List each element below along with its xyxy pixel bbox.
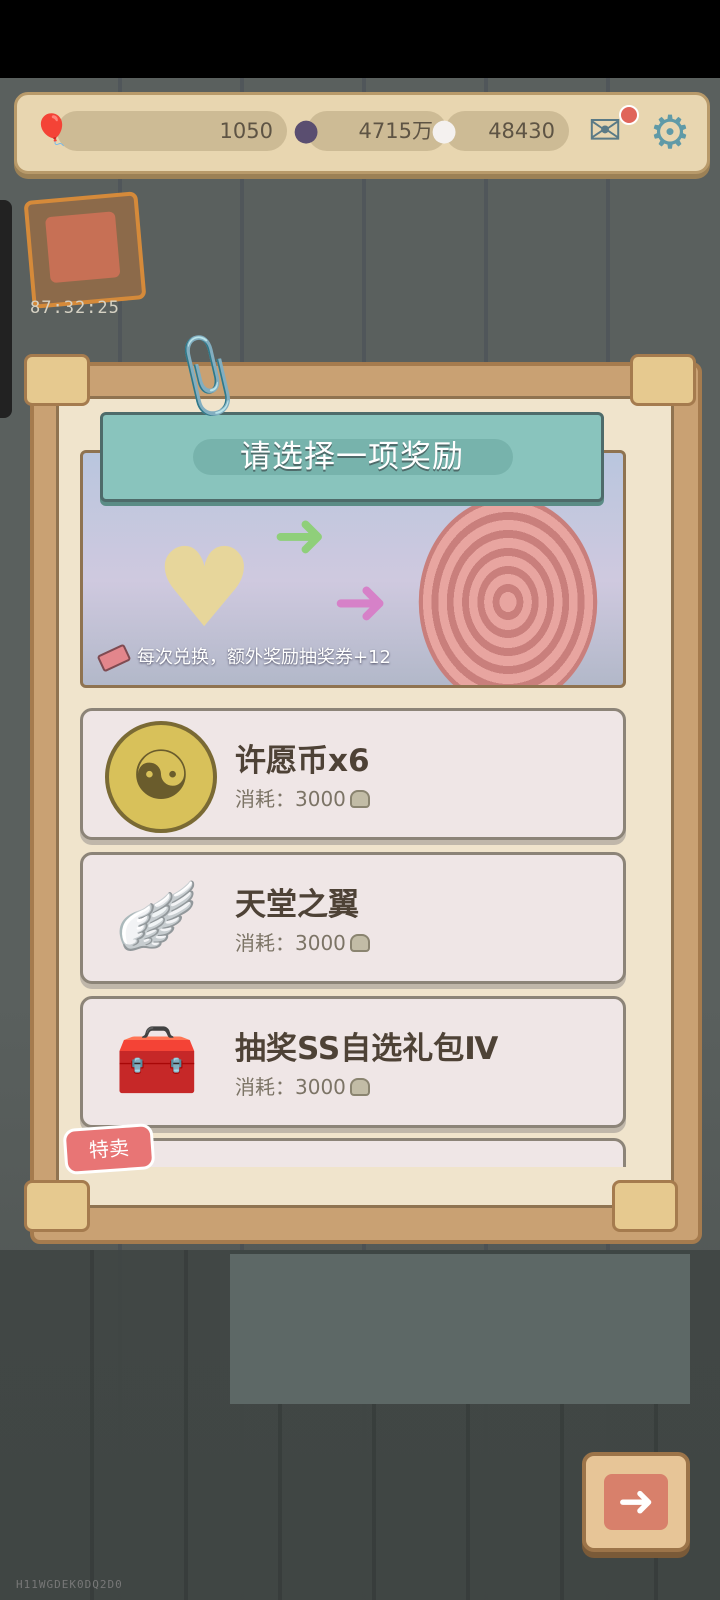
watermark: H11WGDEK0DQ2D0: [16, 1578, 123, 1591]
reward-cost: 消耗：3000: [235, 1071, 370, 1100]
panel-corner-top-left: [24, 354, 90, 406]
reward-cost: 消耗：3000: [235, 783, 370, 812]
spirit-icon: ●: [431, 113, 458, 148]
reward-name: 天堂之翼: [235, 887, 359, 923]
ghost-coin-count: 4715万: [358, 119, 433, 143]
winged-heaven-icon: 🪽: [114, 877, 200, 956]
room-shelf: [230, 1250, 690, 1404]
reward-cost: 消耗：3000: [235, 927, 370, 956]
ghost-coin-resource[interactable]: ● 4715万: [293, 111, 447, 151]
balloon-resource[interactable]: 🎈 1050: [33, 111, 287, 151]
shell-icon: [349, 934, 370, 952]
reward-option[interactable]: 🪽 天堂之翼 消耗：3000: [80, 852, 626, 984]
panel-corner-top-right: [630, 354, 696, 406]
green-arrow-icon: ➜: [273, 499, 327, 573]
resource-bar: 🎈 1050 ● 4715万 ● 48430 ✉ ⚙: [14, 92, 710, 174]
ghost-coin-icon: ●: [293, 113, 320, 148]
spirit-count: 48430: [488, 119, 555, 143]
side-drawer-handle[interactable]: [0, 200, 12, 418]
notification-dot: [619, 105, 639, 125]
yin-yang-coin-icon: ☯: [105, 721, 217, 833]
pink-arrow-icon: ➜: [333, 563, 389, 640]
event-ice-cream-icon: [45, 211, 121, 284]
panel-title: 请选择一项奖励: [240, 439, 464, 475]
arrow-right-icon: ➜: [604, 1474, 668, 1530]
reward-option[interactable]: ☯ 许愿币x6 消耗：3000: [80, 708, 626, 840]
shell-icon: [349, 790, 370, 808]
event-timer: 87:32:25: [30, 298, 120, 318]
event-card[interactable]: [23, 191, 147, 309]
reward-option[interactable]: 🧰 抽奖SS自选礼包Ⅳ 消耗：3000: [80, 996, 626, 1128]
reward-option-partial[interactable]: [80, 1138, 626, 1167]
gift-chest-icon: 🧰: [114, 1021, 200, 1100]
target-icon: [418, 497, 598, 685]
panel-corner-bottom-right: [612, 1180, 678, 1232]
banner-note-text: 每次兑换，额外奖励抽奖券+12: [137, 647, 391, 668]
special-sale-badge: 特卖: [62, 1122, 156, 1176]
reward-name: 许愿币x6: [235, 743, 370, 779]
reward-name: 抽奖SS自选礼包Ⅳ: [235, 1031, 499, 1067]
spirit-resource[interactable]: ● 48430: [431, 111, 569, 151]
heart-icon: ♥: [155, 524, 254, 652]
status-bar: [0, 0, 720, 78]
ticket-icon: [96, 643, 132, 673]
panel-corner-bottom-left: [24, 1180, 90, 1232]
balloon-icon: 🎈: [33, 113, 71, 148]
next-button[interactable]: ➜: [582, 1452, 690, 1552]
title-banner: 请选择一项奖励: [100, 412, 604, 502]
banner-note: 每次兑换，额外奖励抽奖券+12: [96, 643, 391, 673]
balloon-count: 1050: [219, 119, 273, 143]
gear-icon[interactable]: ⚙: [643, 105, 697, 159]
shell-icon: [349, 1078, 370, 1096]
